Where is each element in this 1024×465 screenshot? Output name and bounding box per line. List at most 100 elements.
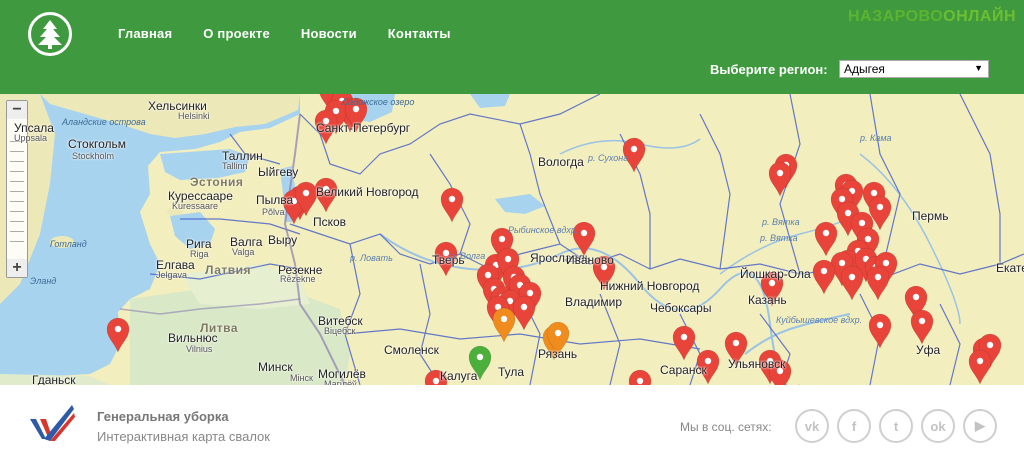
- map-label: Иваново: [566, 253, 614, 267]
- dump-map[interactable]: − + Хельсинки Helsinki Аландские острова Уп…: [0, 94, 1024, 385]
- map-label: Valga: [232, 247, 255, 257]
- nav-news[interactable]: Новости: [301, 26, 357, 41]
- map-label: Вологда: [538, 155, 584, 169]
- map-label: Готланд: [50, 239, 87, 249]
- map-label: Rēzekne: [280, 274, 316, 284]
- dump-pin-red[interactable]: [440, 187, 464, 223]
- map-label: Мінск: [290, 373, 313, 383]
- footer-subtitle: Интерактивная карта свалок: [97, 429, 270, 444]
- map-label: р. Вятка: [762, 217, 800, 227]
- map-label: Калуга: [440, 369, 478, 383]
- map-label: Великий Новгород: [316, 185, 419, 199]
- dump-pin-red[interactable]: [672, 325, 696, 361]
- map-label: Пермь: [912, 209, 949, 223]
- map-label: Ладожское озеро: [342, 97, 415, 107]
- dump-pin-red[interactable]: [866, 265, 890, 301]
- map-label: Stockholm: [72, 151, 115, 161]
- map-label: Тула: [498, 365, 525, 379]
- map-label: Рыбинское вдхр.: [508, 225, 579, 235]
- zoom-tick: [10, 191, 24, 192]
- dump-pin-orange[interactable]: [492, 307, 516, 343]
- map-label: Екатеринбург: [996, 261, 1024, 275]
- map-label: Минск: [258, 360, 293, 374]
- map-label: Санкт-Петербург: [316, 121, 411, 135]
- map-label: р. Кама: [860, 133, 892, 143]
- map-label: Vilnius: [186, 344, 213, 354]
- map-label: Пылва: [256, 193, 294, 207]
- dump-pin-red[interactable]: [812, 259, 836, 295]
- main-nav: Главная О проекте Новости Контакты: [118, 26, 451, 41]
- map-label: Гданьск: [32, 373, 76, 385]
- zoom-tick: [10, 231, 24, 232]
- map-label: Эланд: [30, 276, 57, 286]
- odnoklassniki-icon[interactable]: ok: [921, 409, 955, 443]
- map-label: Tallinn: [222, 161, 248, 171]
- site-footer: Генеральная уборка Интерактивная карта с…: [0, 385, 1024, 465]
- map-label: Аландские острова: [62, 117, 146, 127]
- map-label: Куйбышевское вдхр.: [776, 315, 863, 325]
- map-label: Uppsala: [14, 133, 48, 143]
- zoom-tick: [10, 161, 24, 162]
- map-label: Нижний Новгород: [600, 279, 700, 293]
- brand-part2: ОНЛАЙН: [943, 8, 1016, 25]
- nav-about[interactable]: О проекте: [203, 26, 270, 41]
- dropdown-arrow-icon: ▼: [974, 63, 983, 73]
- onf-logo-icon[interactable]: [28, 403, 76, 448]
- facebook-icon[interactable]: f: [837, 409, 871, 443]
- youtube-icon[interactable]: ▶: [963, 409, 997, 443]
- map-label: Стокгольм: [68, 137, 126, 151]
- nav-home[interactable]: Главная: [118, 26, 172, 41]
- map-label: Эстония: [190, 175, 244, 189]
- map-label: р. Сухона: [588, 153, 629, 163]
- map-label: Смоленск: [384, 343, 439, 357]
- zoom-tick: [10, 241, 24, 242]
- region-selected-value: Адыгея: [844, 62, 885, 76]
- map-label: Саранск: [660, 363, 707, 377]
- site-header: Главная О проекте Новости Контакты НАЗАР…: [0, 0, 1024, 94]
- dump-pin-red[interactable]: [512, 295, 536, 331]
- map-label: Йошкар-Ола: [740, 267, 811, 281]
- twitter-icon[interactable]: t: [879, 409, 913, 443]
- map-label: Чебоксары: [650, 301, 712, 315]
- map-label: Уфа: [916, 343, 941, 357]
- dump-pin-red[interactable]: [910, 309, 934, 345]
- map-label: Віцебск: [324, 326, 356, 336]
- map-label: Казань: [748, 293, 787, 307]
- dump-pin-red[interactable]: [840, 265, 864, 301]
- zoom-tick: [10, 201, 24, 202]
- map-label: Псков: [313, 215, 347, 229]
- zoom-tick: [10, 181, 24, 182]
- map-label: Рязань: [538, 347, 578, 361]
- brand-part1: НАЗАРОВО: [847, 8, 944, 25]
- dump-pin-red[interactable]: [628, 369, 652, 385]
- zoom-tick: [10, 221, 24, 222]
- dump-pin-red[interactable]: [814, 221, 838, 257]
- zoom-tick: [10, 211, 24, 212]
- region-select[interactable]: Адыгея ▼: [839, 60, 989, 78]
- map-label: Helsinki: [178, 111, 210, 121]
- brand-watermark: НАЗАРОВООНЛАЙН: [848, 8, 1016, 26]
- map-label: Выру: [268, 233, 298, 247]
- nav-contacts[interactable]: Контакты: [388, 26, 451, 41]
- region-label: Выберите регион:: [710, 62, 828, 77]
- map-label: Ыйгеву: [258, 165, 299, 179]
- footer-title: Генеральная уборка: [97, 409, 229, 424]
- map-label: Владимир: [565, 295, 623, 309]
- dump-pin-red[interactable]: [968, 349, 992, 385]
- zoom-out-button[interactable]: −: [7, 101, 27, 119]
- tree-logo-icon[interactable]: [28, 12, 72, 56]
- zoom-tick: [10, 151, 24, 152]
- map-label: Латвия: [205, 263, 252, 277]
- social-label: Мы в соц. сетях:: [680, 420, 772, 434]
- map-label: Вильнюс: [168, 331, 218, 345]
- dump-pin-red[interactable]: [868, 313, 892, 349]
- map-label: р. Волга: [450, 251, 486, 261]
- dump-pin-red[interactable]: [768, 161, 792, 197]
- zoom-tick: [10, 171, 24, 172]
- map-label: Jelgava: [156, 270, 188, 280]
- map-label: р. Вятка: [760, 233, 798, 243]
- map-label: Kuressaare: [172, 201, 219, 211]
- zoom-in-button[interactable]: +: [7, 259, 27, 277]
- vk-icon[interactable]: vk: [795, 409, 829, 443]
- map-label: р. Ловать: [350, 253, 393, 263]
